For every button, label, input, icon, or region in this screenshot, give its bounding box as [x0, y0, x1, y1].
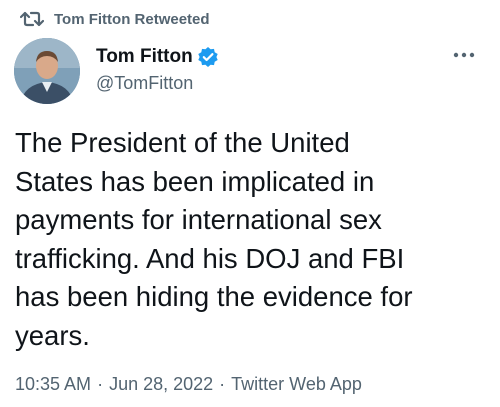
author-handle[interactable]: @TomFitton	[96, 73, 219, 94]
tweet-source-link[interactable]: Twitter Web App	[231, 374, 362, 395]
more-options-icon	[453, 45, 475, 63]
tweet-text-line: The President of the United	[15, 127, 350, 158]
author-name[interactable]: Tom Fitton	[96, 46, 193, 68]
retweet-icon	[19, 10, 45, 28]
author-block: Tom Fitton @TomFitton	[96, 44, 219, 94]
verified-badge-icon	[197, 46, 219, 68]
tweet-text-line: States has been implicated in	[15, 165, 375, 197]
tweet-time[interactable]: 10:35 AM	[15, 374, 91, 395]
more-options-button[interactable]	[450, 44, 478, 64]
tweet-metadata: 10:35 AM · Jun 28, 2022 · Twitter Web Ap…	[15, 374, 362, 395]
retweet-label[interactable]: Tom Fitton Retweeted	[54, 11, 210, 28]
separator: ·	[219, 374, 226, 394]
tweet-date[interactable]: Jun 28, 2022	[109, 374, 213, 395]
tweet-text-line: years.	[15, 319, 90, 351]
tweet-text-line: has been hiding the evidence for	[15, 281, 413, 312]
tweet-text-line: trafficking. And his DOJ and FBI	[15, 242, 405, 274]
tweet-text-line: payments for international sex	[15, 204, 382, 235]
tweet-text: The President of the United States has b…	[15, 124, 493, 355]
avatar[interactable]	[14, 38, 80, 104]
retweet-indicator: Tom Fitton Retweeted	[19, 8, 210, 30]
tweet-card[interactable]: Tom Fitton Retweeted Tom Fitton @TomFitt…	[0, 0, 500, 407]
separator: ·	[97, 374, 104, 394]
